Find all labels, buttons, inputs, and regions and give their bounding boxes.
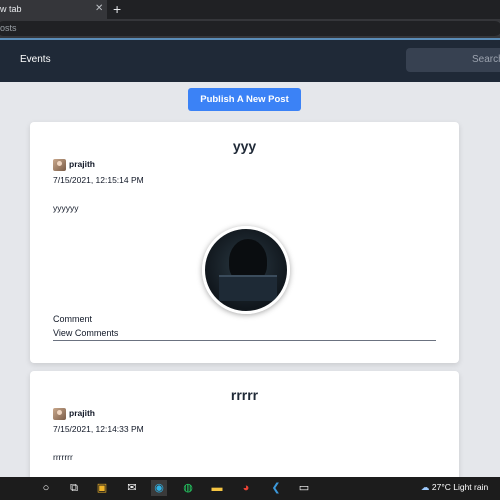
- publish-new-post-button[interactable]: Publish A New Post: [188, 88, 301, 111]
- post-card: yyy prajith 7/15/2021, 12:15:14 PM yyyyy…: [30, 122, 459, 363]
- author-name[interactable]: prajith: [69, 159, 95, 169]
- task-view-icon[interactable]: ⧉: [66, 480, 82, 496]
- post-body: rrrrrrr: [53, 452, 73, 462]
- search-icon[interactable]: ○: [38, 480, 54, 496]
- post-card: rrrrr prajith 7/15/2021, 12:14:33 PM rrr…: [30, 371, 459, 491]
- divider: [53, 340, 436, 341]
- address-bar: osts: [0, 19, 500, 38]
- vscode-icon[interactable]: ❮: [268, 480, 284, 496]
- edge-icon[interactable]: ◉: [151, 480, 167, 496]
- avatar: [53, 408, 66, 420]
- post-date: 7/15/2021, 12:14:33 PM: [53, 424, 144, 434]
- nav-link-events[interactable]: Events: [20, 54, 51, 65]
- browser-tab[interactable]: w tab ✕: [0, 0, 107, 19]
- post-title: yyy: [232, 138, 257, 154]
- post-body: yyyyyy: [53, 203, 79, 213]
- mail-icon[interactable]: ✉: [124, 480, 140, 496]
- new-tab-icon[interactable]: +: [113, 1, 121, 17]
- comment-button[interactable]: Comment: [53, 314, 92, 324]
- laptop-icon: [219, 275, 277, 301]
- author-name[interactable]: prajith: [69, 408, 95, 418]
- weather-text: 27°C Light rain: [431, 482, 489, 492]
- post-date: 7/15/2021, 12:15:14 PM: [53, 175, 144, 185]
- whatsapp-icon[interactable]: ◍: [180, 480, 196, 496]
- weather-widget[interactable]: ☁ 27°C Light rain: [421, 482, 488, 493]
- store-icon[interactable]: ▣: [94, 480, 110, 496]
- app-navbar: Events Search: [0, 40, 500, 82]
- file-explorer-icon[interactable]: ▬: [209, 480, 225, 496]
- cloud-rain-icon: ☁: [421, 482, 430, 492]
- post-title: rrrrr: [230, 387, 259, 403]
- search-input[interactable]: Search: [406, 48, 500, 72]
- browser-tab-strip: w tab ✕ +: [0, 0, 500, 19]
- close-tab-icon[interactable]: ✕: [95, 3, 103, 14]
- post-image: [202, 226, 290, 314]
- avatar: [53, 159, 66, 171]
- url-field[interactable]: osts: [0, 21, 500, 36]
- terminal-icon[interactable]: ▭: [296, 480, 312, 496]
- tab-title: w tab: [0, 4, 22, 14]
- taskbar: ○ ⧉ ▣ ✉ ◉ ◍ ▬ ◕ ❮ ▭ ☁ 27°C Light rain: [0, 477, 500, 500]
- view-comments-link[interactable]: View Comments: [53, 328, 118, 338]
- chrome-icon[interactable]: ◕: [238, 480, 254, 496]
